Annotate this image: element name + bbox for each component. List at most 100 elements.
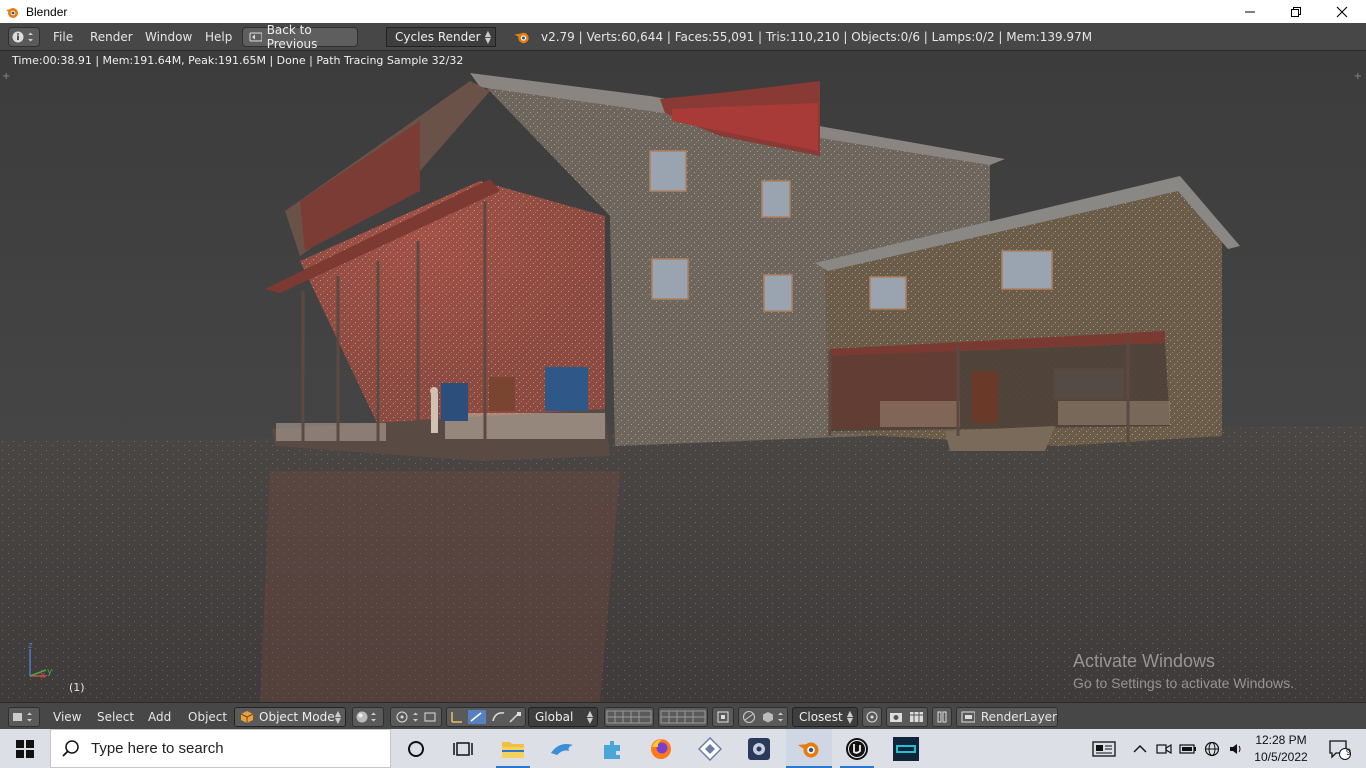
windows-logo-icon	[16, 739, 34, 758]
3d-view-icon	[13, 712, 32, 722]
firefox-icon	[651, 738, 671, 759]
folder-icon	[502, 741, 524, 758]
layer-buttons-1[interactable]	[604, 707, 654, 727]
cortana-button[interactable]	[393, 729, 439, 768]
proportional-editing-selector[interactable]	[738, 707, 788, 727]
clock-date: 10/5/2022	[1254, 750, 1308, 764]
region-expand-left-icon[interactable]: +	[2, 71, 10, 82]
snap-options-button[interactable]	[862, 707, 882, 727]
menu-window[interactable]: Window	[141, 27, 196, 47]
taskbar-search-box[interactable]: Type here to search	[50, 729, 391, 768]
show-hidden-icons-button[interactable]	[1128, 729, 1152, 768]
windows-taskbar: Type here to search 12:28 PM 10/5/2022 9	[0, 729, 1366, 768]
taskbar-app-launcher[interactable]	[883, 729, 929, 768]
editor-type-selector[interactable]	[8, 27, 40, 47]
3d-viewport[interactable]: z x y Time:00:38.91 | Mem:191.64M, Peak:…	[0, 51, 1366, 702]
start-button[interactable]	[0, 729, 50, 768]
dropdown-arrows-icon: ▲ ▼	[586, 709, 593, 725]
taskbar-file-explorer[interactable]	[490, 729, 536, 768]
task-view-button[interactable]	[440, 729, 486, 768]
taskbar-unreal-engine[interactable]	[834, 729, 880, 768]
taskbar-app-diamond[interactable]	[687, 729, 733, 768]
close-button[interactable]	[1319, 0, 1365, 23]
tray-network[interactable]	[1200, 729, 1224, 768]
render-engine-value: Cycles Render	[395, 30, 481, 44]
back-to-previous-label: Back to Previous	[266, 23, 318, 51]
taskbar-blender[interactable]	[786, 729, 832, 768]
pivot-point-selector[interactable]	[390, 707, 442, 727]
menu-file[interactable]: File	[49, 27, 77, 47]
window-titlebar: Blender	[0, 0, 1366, 23]
back-arrow-icon	[249, 32, 262, 42]
menu-help[interactable]: Help	[201, 27, 236, 47]
snap-icon	[866, 711, 878, 723]
search-icon	[62, 739, 79, 757]
shading-sphere-icon	[356, 711, 376, 723]
minimize-button[interactable]	[1227, 0, 1273, 23]
pivot-icon	[396, 711, 436, 723]
tray-battery[interactable]	[1176, 729, 1200, 768]
puzzle-app-icon	[604, 740, 620, 759]
object-mode-dropdown[interactable]: Object Mode ▲ ▼	[234, 707, 346, 727]
viewport-shading-selector[interactable]	[352, 707, 384, 727]
notification-count: 9	[1346, 747, 1352, 757]
blender-logo-icon	[514, 29, 530, 45]
layer-buttons-2[interactable]	[658, 707, 708, 727]
object-mode-value: Object Mode	[259, 710, 335, 724]
speaker-icon	[1230, 743, 1241, 754]
transform-orientation-dropdown[interactable]: Global ▲ ▼	[528, 707, 598, 727]
search-placeholder: Type here to search	[91, 740, 224, 757]
transform-orientation-value: Global	[535, 710, 574, 724]
layer-lock-button[interactable]	[712, 707, 734, 727]
minimize-icon	[1245, 11, 1255, 12]
camera-tray-icon	[1156, 743, 1172, 754]
unreal-engine-icon	[846, 737, 868, 760]
restore-icon	[1291, 6, 1301, 17]
render-layer-selector[interactable]: RenderLayer	[956, 707, 1058, 727]
menu-object[interactable]: Object	[188, 710, 227, 724]
proportional-edit-icon	[743, 711, 783, 723]
axis-label-y: y	[47, 667, 53, 677]
tray-meet-now[interactable]	[1152, 729, 1176, 768]
menu-view[interactable]: View	[53, 710, 81, 724]
render-engine-dropdown[interactable]: Cycles Render ▲ ▼	[386, 27, 496, 47]
menu-add[interactable]: Add	[148, 710, 171, 724]
layers-grid-icon	[606, 710, 652, 724]
dolphin-app-icon	[551, 743, 573, 755]
snap-target-dropdown[interactable]: Closest ▲ ▼	[792, 707, 858, 727]
rendered-house-image: z x y	[0, 51, 1366, 702]
opengl-render-buttons[interactable]	[886, 707, 928, 727]
pause-render-button[interactable]	[932, 707, 952, 727]
action-center-news-button[interactable]	[1082, 729, 1128, 768]
region-expand-right-icon[interactable]: +	[1354, 71, 1362, 82]
current-frame-label: (1)	[69, 681, 85, 694]
3d-view-header: View Select Add Object Object Mode ▲ ▼ Gl…	[0, 702, 1366, 729]
editor-type-selector-3d[interactable]	[8, 707, 40, 727]
taskbar-app-puzzle[interactable]	[589, 729, 635, 768]
tool-app-icon	[748, 737, 770, 760]
cube-icon	[240, 711, 254, 723]
taskbar-app-dolphin[interactable]	[540, 729, 586, 768]
watermark-title: Activate Windows	[1073, 651, 1216, 671]
transform-manipulators[interactable]	[446, 707, 526, 727]
taskbar-app-settings[interactable]	[736, 729, 782, 768]
notification-center-button[interactable]: 9	[1316, 729, 1362, 768]
axis-label-x: x	[40, 671, 46, 681]
info-header: File Render Window Help Back to Previous…	[0, 23, 1366, 51]
taskbar-firefox[interactable]	[638, 729, 684, 768]
tray-volume[interactable]	[1224, 729, 1248, 768]
back-to-previous-button[interactable]: Back to Previous	[242, 23, 358, 51]
scene-statistics: v2.79 | Verts:60,644 | Faces:55,091 | Tr…	[541, 30, 1093, 44]
news-feed-icon	[1092, 740, 1116, 757]
blender-taskbar-icon	[798, 742, 819, 757]
restore-button[interactable]	[1273, 0, 1319, 23]
dropdown-arrows-icon: ▲ ▼	[846, 709, 853, 725]
taskbar-clock[interactable]: 12:28 PM 10/5/2022	[1250, 732, 1312, 766]
clock-time: 12:28 PM	[1255, 733, 1307, 747]
task-view-icon	[453, 741, 473, 756]
lock-layers-icon	[717, 711, 729, 723]
menu-render[interactable]: Render	[86, 27, 137, 47]
render-camera-icon	[890, 712, 923, 722]
chevron-up-icon	[1133, 744, 1147, 752]
menu-select[interactable]: Select	[97, 710, 134, 724]
